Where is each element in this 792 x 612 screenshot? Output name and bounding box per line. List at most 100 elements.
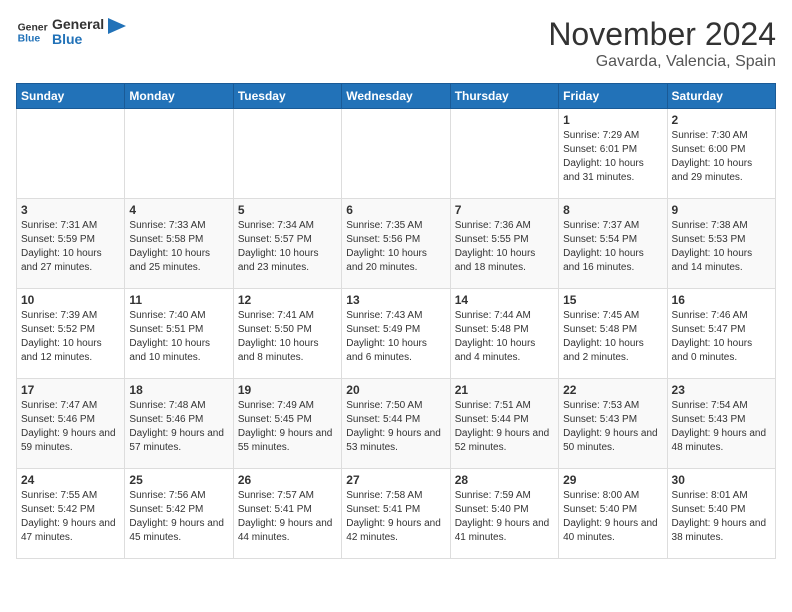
- day-info: Sunrise: 7:58 AM Sunset: 5:41 PM Dayligh…: [346, 489, 445, 545]
- calendar-cell: 1 Sunrise: 7:29 AM Sunset: 6:01 PM Daylig…: [559, 109, 667, 199]
- day-info: Sunrise: 8:00 AM Sunset: 5:40 PM Dayligh…: [563, 489, 662, 545]
- calendar-cell: 23Sunrise: 7:54 AM Sunset: 5:43 PM Dayli…: [667, 379, 775, 469]
- calendar-cell: 14 Sunrise: 7:44 AM Sunset: 5:48 PM Dayli…: [450, 289, 558, 379]
- logo-text: General Blue: [52, 17, 104, 48]
- day-number: 5: [238, 203, 337, 217]
- logo-icon: General Blue: [16, 16, 48, 48]
- weekday-header-thursday: Thursday: [450, 84, 558, 109]
- calendar-week-4: 24 Sunrise: 7:55 AM Sunset: 5:42 PM Dayli…: [17, 469, 776, 559]
- calendar-cell: [233, 109, 341, 199]
- calendar-cell: [125, 109, 233, 199]
- day-info: Sunrise: 7:46 AM Sunset: 5:47 PM Dayligh…: [672, 309, 771, 365]
- location-title: Gavarda, Valencia, Spain: [548, 53, 776, 71]
- day-info: Sunrise: 7:50 AM Sunset: 5:44 PM Dayligh…: [346, 399, 445, 455]
- day-info: Sunrise: 7:45 AM Sunset: 5:48 PM Dayligh…: [563, 309, 662, 365]
- day-info: Sunrise: 7:30 AM Sunset: 6:00 PM Dayligh…: [672, 129, 771, 185]
- day-number: 14: [455, 293, 554, 307]
- weekday-header-row: SundayMondayTuesdayWednesdayThursdayFrid…: [17, 84, 776, 109]
- day-info: Sunrise: 7:36 AM Sunset: 5:55 PM Dayligh…: [455, 219, 554, 275]
- day-info: Sunrise: 7:38 AM Sunset: 5:53 PM Dayligh…: [672, 219, 771, 275]
- logo: General Blue General Blue: [16, 16, 128, 48]
- month-title: November 2024: [548, 16, 776, 53]
- day-number: 29: [563, 473, 662, 487]
- day-number: 25: [129, 473, 228, 487]
- svg-text:Blue: Blue: [18, 34, 41, 45]
- day-number: 20: [346, 383, 445, 397]
- day-info: Sunrise: 7:33 AM Sunset: 5:58 PM Dayligh…: [129, 219, 228, 275]
- calendar-week-1: 3Sunrise: 7:31 AM Sunset: 5:59 PM Daylig…: [17, 199, 776, 289]
- calendar-cell: 27 Sunrise: 7:58 AM Sunset: 5:41 PM Dayli…: [342, 469, 450, 559]
- logo-general-text: General: [52, 17, 104, 32]
- day-number: 11: [129, 293, 228, 307]
- day-number: 2: [672, 113, 771, 127]
- day-number: 13: [346, 293, 445, 307]
- day-info: Sunrise: 7:56 AM Sunset: 5:42 PM Dayligh…: [129, 489, 228, 545]
- day-info: Sunrise: 7:29 AM Sunset: 6:01 PM Dayligh…: [563, 129, 662, 185]
- calendar-cell: 11Sunrise: 7:40 AM Sunset: 5:51 PM Dayli…: [125, 289, 233, 379]
- weekday-header-friday: Friday: [559, 84, 667, 109]
- day-number: 15: [563, 293, 662, 307]
- calendar-cell: 24 Sunrise: 7:55 AM Sunset: 5:42 PM Dayli…: [17, 469, 125, 559]
- weekday-header-saturday: Saturday: [667, 84, 775, 109]
- calendar-cell: 17 Sunrise: 7:47 AM Sunset: 5:46 PM Dayli…: [17, 379, 125, 469]
- day-number: 21: [455, 383, 554, 397]
- calendar-cell: 4 Sunrise: 7:33 AM Sunset: 5:58 PM Daylig…: [125, 199, 233, 289]
- calendar-cell: 9 Sunrise: 7:38 AM Sunset: 5:53 PM Daylig…: [667, 199, 775, 289]
- calendar-cell: 19Sunrise: 7:49 AM Sunset: 5:45 PM Dayli…: [233, 379, 341, 469]
- day-number: 24: [21, 473, 120, 487]
- calendar-cell: 18Sunrise: 7:48 AM Sunset: 5:46 PM Dayli…: [125, 379, 233, 469]
- weekday-header-sunday: Sunday: [17, 84, 125, 109]
- day-number: 6: [346, 203, 445, 217]
- day-info: Sunrise: 7:31 AM Sunset: 5:59 PM Dayligh…: [21, 219, 120, 275]
- day-info: Sunrise: 7:51 AM Sunset: 5:44 PM Dayligh…: [455, 399, 554, 455]
- day-info: Sunrise: 7:41 AM Sunset: 5:50 PM Dayligh…: [238, 309, 337, 365]
- day-number: 22: [563, 383, 662, 397]
- day-number: 9: [672, 203, 771, 217]
- weekday-header-monday: Monday: [125, 84, 233, 109]
- day-info: Sunrise: 7:44 AM Sunset: 5:48 PM Dayligh…: [455, 309, 554, 365]
- calendar-cell: 6Sunrise: 7:35 AM Sunset: 5:56 PM Daylig…: [342, 199, 450, 289]
- day-info: Sunrise: 7:55 AM Sunset: 5:42 PM Dayligh…: [21, 489, 120, 545]
- calendar-cell: 15 Sunrise: 7:45 AM Sunset: 5:48 PM Dayli…: [559, 289, 667, 379]
- day-info: Sunrise: 7:59 AM Sunset: 5:40 PM Dayligh…: [455, 489, 554, 545]
- day-number: 17: [21, 383, 120, 397]
- calendar-cell: [450, 109, 558, 199]
- calendar-body: 1 Sunrise: 7:29 AM Sunset: 6:01 PM Daylig…: [17, 109, 776, 559]
- calendar-cell: 5 Sunrise: 7:34 AM Sunset: 5:57 PM Daylig…: [233, 199, 341, 289]
- calendar-cell: 30Sunrise: 8:01 AM Sunset: 5:40 PM Dayli…: [667, 469, 775, 559]
- day-number: 27: [346, 473, 445, 487]
- logo-flag-icon: [108, 18, 128, 46]
- day-number: 8: [563, 203, 662, 217]
- calendar-header: SundayMondayTuesdayWednesdayThursdayFrid…: [17, 84, 776, 109]
- day-info: Sunrise: 7:54 AM Sunset: 5:43 PM Dayligh…: [672, 399, 771, 455]
- calendar-cell: [17, 109, 125, 199]
- title-block: November 2024 Gavarda, Valencia, Spain: [548, 16, 776, 71]
- day-info: Sunrise: 7:43 AM Sunset: 5:49 PM Dayligh…: [346, 309, 445, 365]
- day-info: Sunrise: 7:39 AM Sunset: 5:52 PM Dayligh…: [21, 309, 120, 365]
- day-number: 4: [129, 203, 228, 217]
- day-info: Sunrise: 7:48 AM Sunset: 5:46 PM Dayligh…: [129, 399, 228, 455]
- day-number: 26: [238, 473, 337, 487]
- calendar-cell: 20 Sunrise: 7:50 AM Sunset: 5:44 PM Dayli…: [342, 379, 450, 469]
- day-info: Sunrise: 7:47 AM Sunset: 5:46 PM Dayligh…: [21, 399, 120, 455]
- calendar-cell: 2 Sunrise: 7:30 AM Sunset: 6:00 PM Daylig…: [667, 109, 775, 199]
- calendar-cell: 13 Sunrise: 7:43 AM Sunset: 5:49 PM Dayli…: [342, 289, 450, 379]
- calendar-cell: 29 Sunrise: 8:00 AM Sunset: 5:40 PM Dayli…: [559, 469, 667, 559]
- day-number: 1: [563, 113, 662, 127]
- day-info: Sunrise: 7:53 AM Sunset: 5:43 PM Dayligh…: [563, 399, 662, 455]
- day-info: Sunrise: 7:34 AM Sunset: 5:57 PM Dayligh…: [238, 219, 337, 275]
- svg-text:General: General: [18, 22, 48, 33]
- page-header: General Blue General Blue November 2024 …: [16, 16, 776, 71]
- calendar-cell: 10Sunrise: 7:39 AM Sunset: 5:52 PM Dayli…: [17, 289, 125, 379]
- day-info: Sunrise: 7:37 AM Sunset: 5:54 PM Dayligh…: [563, 219, 662, 275]
- calendar-cell: [342, 109, 450, 199]
- calendar-week-2: 10Sunrise: 7:39 AM Sunset: 5:52 PM Dayli…: [17, 289, 776, 379]
- weekday-header-tuesday: Tuesday: [233, 84, 341, 109]
- day-number: 7: [455, 203, 554, 217]
- day-number: 30: [672, 473, 771, 487]
- calendar-week-3: 17 Sunrise: 7:47 AM Sunset: 5:46 PM Dayli…: [17, 379, 776, 469]
- calendar-cell: 28Sunrise: 7:59 AM Sunset: 5:40 PM Dayli…: [450, 469, 558, 559]
- calendar-week-0: 1 Sunrise: 7:29 AM Sunset: 6:01 PM Daylig…: [17, 109, 776, 199]
- day-info: Sunrise: 7:49 AM Sunset: 5:45 PM Dayligh…: [238, 399, 337, 455]
- calendar-cell: 8 Sunrise: 7:37 AM Sunset: 5:54 PM Daylig…: [559, 199, 667, 289]
